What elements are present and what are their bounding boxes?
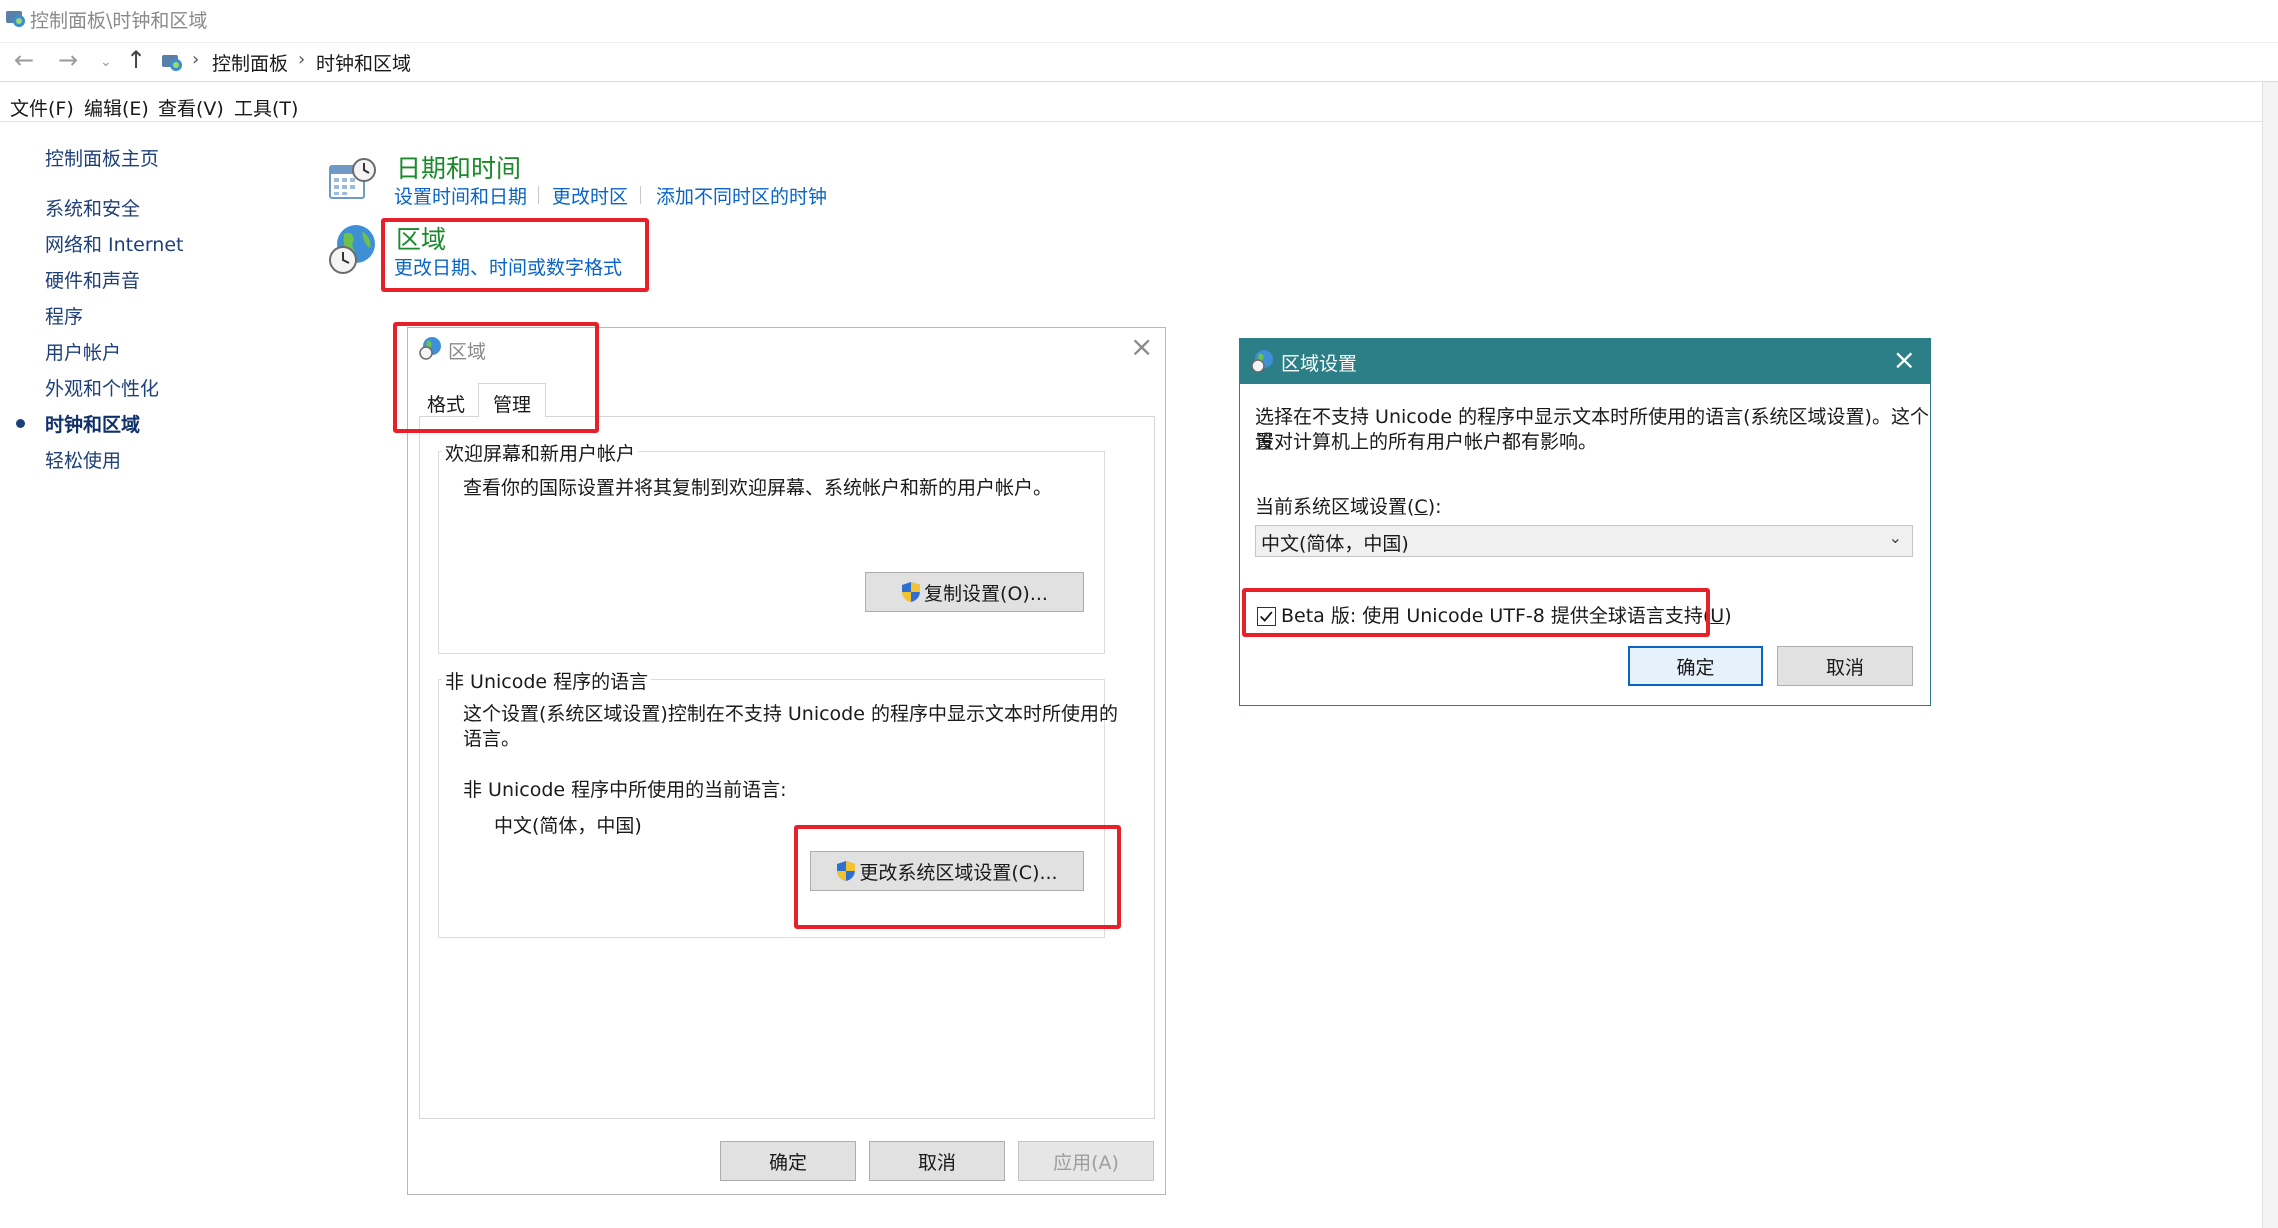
dialog-title: 区域设置 bbox=[1281, 353, 1358, 375]
menu-tools[interactable]: 工具(T) bbox=[234, 94, 298, 121]
region-dialog: 区域 × 格式 管理 欢迎屏幕和新用户帐户 查看你的国际设置并将其复制到欢迎屏幕… bbox=[407, 327, 1166, 1195]
region-settings-title-bar: 区域设置 × bbox=[1240, 339, 1930, 384]
sidebar-item-clock-region[interactable]: 时钟和区域 bbox=[45, 410, 140, 437]
chevron-right-icon: › bbox=[298, 49, 306, 70]
sidebar-item-security[interactable]: 系统和安全 bbox=[45, 194, 140, 221]
control-panel-icon bbox=[6, 11, 25, 27]
active-bullet-icon bbox=[16, 419, 25, 428]
cancel-button[interactable]: 取消 bbox=[1777, 646, 1913, 686]
beta-utf8-checkbox[interactable] bbox=[1257, 607, 1276, 626]
breadcrumb-clock-region[interactable]: 时钟和区域 bbox=[316, 49, 411, 76]
category-title-datetime[interactable]: 日期和时间 bbox=[396, 149, 521, 185]
window-title-bar: 控制面板\时钟和区域 bbox=[0, 0, 2278, 36]
menu-bar: 文件(F) 编辑(E) 查看(V) 工具(T) bbox=[0, 88, 2278, 122]
check-icon bbox=[1260, 611, 1273, 622]
unicode-group-desc-line2: 语言。 bbox=[463, 728, 521, 750]
system-locale-label: 当前系统区域设置(C): bbox=[1255, 496, 1442, 518]
calendar-clock-icon bbox=[329, 158, 376, 199]
chevron-down-icon[interactable]: ⌄ bbox=[100, 47, 112, 77]
sidebar-item-appearance[interactable]: 外观和个性化 bbox=[45, 374, 159, 401]
uac-shield-icon bbox=[902, 582, 921, 602]
menu-file[interactable]: 文件(F) bbox=[10, 94, 74, 121]
dialog-title: 区域 bbox=[448, 341, 487, 363]
uac-shield-icon bbox=[837, 861, 856, 881]
region-settings-dialog: 区域设置 × 选择在不支持 Unicode 的程序中显示文本时所使用的语言(系统… bbox=[1239, 338, 1931, 706]
unicode-group-title: 非 Unicode 程序的语言 bbox=[442, 667, 652, 694]
current-language-value: 中文(简体，中国) bbox=[494, 815, 642, 837]
sidebar-home[interactable]: 控制面板主页 bbox=[45, 144, 159, 171]
region-settings-desc-line2: 置对计算机上的所有用户帐户都有影响。 bbox=[1255, 431, 1598, 453]
link-change-formats[interactable]: 更改日期、时间或数字格式 bbox=[394, 253, 622, 280]
tab-panel: 欢迎屏幕和新用户帐户 查看你的国际设置并将其复制到欢迎屏幕、系统帐户和新的用户帐… bbox=[419, 416, 1155, 1119]
link-set-time-date[interactable]: 设置时间和日期 bbox=[394, 182, 527, 209]
sidebar-item-programs[interactable]: 程序 bbox=[45, 302, 83, 329]
sidebar-item-accounts[interactable]: 用户帐户 bbox=[45, 338, 121, 365]
close-icon[interactable]: × bbox=[1130, 330, 1153, 363]
scrollbar-track[interactable] bbox=[2262, 82, 2278, 1228]
cancel-button[interactable]: 取消 bbox=[869, 1141, 1005, 1181]
link-change-timezone[interactable]: 更改时区 bbox=[552, 182, 628, 209]
globe-icon bbox=[419, 337, 441, 360]
menu-view[interactable]: 查看(V) bbox=[158, 94, 224, 121]
copy-settings-label: 复制设置(O)... bbox=[924, 582, 1048, 605]
menu-edit[interactable]: 编辑(E) bbox=[84, 94, 149, 121]
system-locale-select[interactable]: 中文(简体，中国) ⌄ bbox=[1255, 525, 1913, 557]
welcome-group-desc: 查看你的国际设置并将其复制到欢迎屏幕、系统帐户和新的用户帐户。 bbox=[463, 477, 1053, 499]
beta-utf8-label[interactable]: Beta 版: 使用 Unicode UTF-8 提供全球语言支持(U) bbox=[1281, 604, 1732, 629]
sidebar-item-ease-of-access[interactable]: 轻松使用 bbox=[45, 446, 121, 473]
link-separator bbox=[538, 186, 539, 204]
up-arrow-icon[interactable]: ↑ bbox=[126, 45, 146, 75]
link-add-clocks[interactable]: 添加不同时区的时钟 bbox=[656, 182, 827, 209]
globe-clock-icon bbox=[329, 225, 375, 274]
chevron-down-icon: ⌄ bbox=[1888, 528, 1902, 547]
back-arrow-icon[interactable]: ← bbox=[14, 45, 34, 75]
tab-administrative[interactable]: 管理 bbox=[478, 383, 546, 417]
welcome-group-title: 欢迎屏幕和新用户帐户 bbox=[442, 439, 639, 466]
address-bar: ← → ⌄ ↑ › 控制面板 › 时钟和区域 bbox=[0, 42, 2278, 82]
current-language-label: 非 Unicode 程序中所使用的当前语言: bbox=[463, 779, 787, 801]
ok-button[interactable]: 确定 bbox=[720, 1141, 856, 1181]
change-system-locale-label: 更改系统区域设置(C)... bbox=[859, 861, 1058, 884]
apply-button[interactable]: 应用(A) bbox=[1018, 1141, 1154, 1181]
breadcrumb-control-panel[interactable]: 控制面板 bbox=[212, 49, 288, 76]
forward-arrow-icon[interactable]: → bbox=[58, 45, 78, 75]
sidebar-item-network[interactable]: 网络和 Internet bbox=[45, 230, 183, 257]
change-system-locale-button[interactable]: 更改系统区域设置(C)... bbox=[810, 851, 1084, 891]
unicode-group-desc-line1: 这个设置(系统区域设置)控制在不支持 Unicode 的程序中显示文本时所使用的 bbox=[463, 703, 1118, 725]
copy-settings-button[interactable]: 复制设置(O)... bbox=[865, 572, 1084, 612]
close-icon[interactable]: × bbox=[1893, 343, 1916, 376]
window-title: 控制面板\时钟和区域 bbox=[30, 10, 208, 32]
system-locale-value: 中文(简体，中国) bbox=[1261, 533, 1409, 555]
link-separator bbox=[640, 186, 641, 204]
control-panel-icon bbox=[162, 55, 182, 71]
tab-formats[interactable]: 格式 bbox=[427, 390, 465, 417]
chevron-right-icon: › bbox=[192, 49, 200, 70]
ok-button[interactable]: 确定 bbox=[1628, 646, 1763, 686]
sidebar-item-hardware[interactable]: 硬件和声音 bbox=[45, 266, 140, 293]
globe-icon bbox=[1251, 350, 1273, 373]
category-title-region[interactable]: 区域 bbox=[396, 220, 446, 256]
